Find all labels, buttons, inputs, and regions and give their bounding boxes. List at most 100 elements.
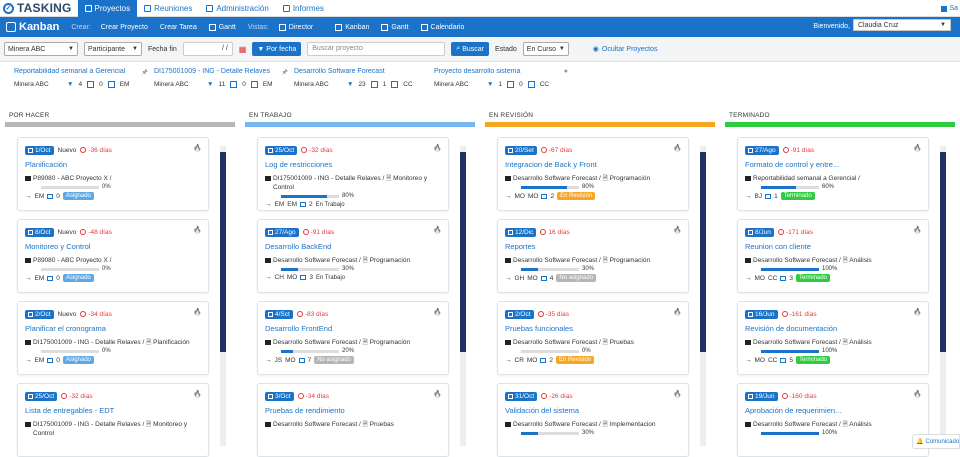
role-select[interactable]: Participante ▼ <box>84 42 142 56</box>
vistas-link-3[interactable]: Calendario <box>415 23 471 31</box>
user-select[interactable]: Claudia Cruz ▼ <box>853 19 951 31</box>
card-title[interactable]: Log de restricciones <box>265 160 441 169</box>
edit-icon[interactable] <box>391 81 399 88</box>
card-title[interactable]: Planificar el cronograma <box>25 324 201 333</box>
fire-icon[interactable]: 🔥 <box>913 226 922 234</box>
card-title[interactable]: Reportes <box>505 242 681 251</box>
chat-button[interactable]: 🔔 Comunicado <box>912 434 960 449</box>
card-title[interactable]: Pruebas funcionales <box>505 324 681 333</box>
task-card[interactable]: 2/Oct Nuevo -34 días 🔥 Planificar el cronogr… <box>17 301 209 375</box>
task-card[interactable]: 25/Oct -32 días 🔥 Lista de entregables - ED… <box>17 383 209 457</box>
favorite-title[interactable]: Desarrollo Software Forecast <box>294 68 426 75</box>
task-card[interactable]: 8/Jun -171 días 🔥 Reunion con cliente Desarr… <box>737 219 929 293</box>
pin-icon[interactable]: ● <box>564 68 568 75</box>
crear-link-0[interactable]: Crear Proyecto <box>95 24 154 31</box>
fire-icon[interactable]: 🔥 <box>193 308 202 316</box>
edit-icon[interactable] <box>250 81 258 88</box>
calendar-icon[interactable]: ▦ <box>239 45 247 54</box>
favorite-project[interactable]: Desarrollo Software Forecast Minera ABC ▼ 2… <box>294 68 426 88</box>
favorite-project[interactable]: Reportabilidad semanal a Gerencial 🖈 Miner… <box>14 68 148 88</box>
task-card[interactable]: 12/Dic 16 días 🔥 Reportes Desarrollo Softwar… <box>497 219 689 293</box>
comment-icon[interactable] <box>47 357 54 363</box>
favorite-project[interactable]: Proyecto desarrollo sistema ● Minera ABC ▼ 1… <box>434 68 568 88</box>
card-title[interactable]: Lista de entregables - EDT <box>25 406 201 415</box>
comment-icon[interactable] <box>780 357 787 363</box>
date-input[interactable]: / / <box>182 42 233 56</box>
card-title[interactable]: Integracion de Back y Front <box>505 160 681 169</box>
vistas-link-2[interactable]: Gantt <box>375 23 414 31</box>
task-card[interactable]: 16/Jun -161 días 🔥 Revisión de documentació… <box>737 301 929 375</box>
fire-icon[interactable]: 🔥 <box>433 390 442 398</box>
comment-icon[interactable] <box>300 202 306 207</box>
task-card[interactable]: 27/Ago -91 días 🔥 Desarrollo BackEnd Desarro… <box>257 219 449 293</box>
fire-icon[interactable]: 🔥 <box>673 226 682 234</box>
comment-icon[interactable] <box>540 357 547 363</box>
task-card[interactable]: 2/Oct -35 días 🔥 Pruebas funcionales Desarro… <box>497 301 689 375</box>
task-card[interactable]: 27/Ago -91 días 🔥 Formato de control y entr… <box>737 137 929 211</box>
vistas-link-1[interactable]: Kanban <box>329 23 375 31</box>
fire-icon[interactable]: 🔥 <box>433 144 442 152</box>
card-title[interactable]: Pruebas de rendimiento <box>265 406 441 415</box>
comment-icon[interactable] <box>47 193 54 199</box>
por-fecha-button[interactable]: ▼ Por fecha <box>252 42 302 56</box>
favorite-title[interactable]: Reportabilidad semanal a Gerencial <box>14 68 146 75</box>
pin-icon[interactable]: 🖈 <box>142 68 148 79</box>
card-title[interactable]: Planificación <box>25 160 201 169</box>
scrollbar[interactable] <box>700 146 706 446</box>
crear-link-2[interactable]: Gantt <box>203 23 242 31</box>
fire-icon[interactable]: 🔥 <box>433 308 442 316</box>
crear-link-1[interactable]: Crear Tarea <box>154 24 203 31</box>
comment-icon[interactable] <box>541 193 548 199</box>
task-card[interactable]: 4/Sct -83 días 🔥 Desarrollo FrontEnd Desarro… <box>257 301 449 375</box>
fire-icon[interactable]: 🔥 <box>913 390 922 398</box>
task-card[interactable]: 25/Oct -32 días 🔥 Log de restricciones DI175… <box>257 137 449 211</box>
card-title[interactable]: Revisión de documentación <box>745 324 921 333</box>
card-title[interactable]: Formato de control y entre... <box>745 160 921 169</box>
comment-icon[interactable] <box>540 275 547 281</box>
search-input[interactable]: Buscar proyecto <box>307 42 446 56</box>
scrollbar-thumb[interactable] <box>940 152 946 352</box>
card-title[interactable]: Aprobación de requerimien... <box>745 406 921 415</box>
edit-icon[interactable] <box>107 81 115 88</box>
comment-icon[interactable] <box>47 275 54 281</box>
comment-icon[interactable] <box>780 275 787 281</box>
task-card[interactable]: 8/Oct Nuevo -48 días 🔥 Monitoreo y Control P8… <box>17 219 209 293</box>
tab-1[interactable]: Reuniones <box>137 0 199 17</box>
task-card[interactable]: 3/Oct -34 días 🔥 Pruebas de rendimiento Desa… <box>257 383 449 457</box>
fire-icon[interactable]: 🔥 <box>433 226 442 234</box>
card-title[interactable]: Desarrollo FrontEnd <box>265 324 441 333</box>
comment-icon[interactable] <box>298 357 305 363</box>
scrollbar-thumb[interactable] <box>220 152 226 352</box>
ocultar-proyectos-link[interactable]: ◉ Ocultar Proyectos <box>593 45 658 54</box>
top-right-user[interactable]: Sa <box>941 0 960 17</box>
tab-3[interactable]: Informes <box>276 0 331 17</box>
task-card[interactable]: 31/Oct -26 días 🔥 Validación del sistema Des… <box>497 383 689 457</box>
scrollbar[interactable] <box>940 146 946 446</box>
fire-icon[interactable]: 🔥 <box>673 308 682 316</box>
fire-icon[interactable]: 🔥 <box>673 144 682 152</box>
comment-icon[interactable] <box>765 193 772 199</box>
fire-icon[interactable]: 🔥 <box>673 390 682 398</box>
task-card[interactable]: 20/Set -67 días 🔥 Integracion de Back y Fro… <box>497 137 689 211</box>
buscar-button[interactable]: ⌕ Buscar <box>451 42 489 56</box>
fire-icon[interactable]: 🔥 <box>913 144 922 152</box>
tab-2[interactable]: Administración <box>199 0 275 17</box>
card-title[interactable]: Reunion con cliente <box>745 242 921 251</box>
scrollbar[interactable] <box>220 146 226 446</box>
comment-icon[interactable] <box>300 275 307 280</box>
scrollbar-thumb[interactable] <box>460 152 466 352</box>
pin-icon[interactable]: 🖈 <box>282 68 288 79</box>
fire-icon[interactable]: 🔥 <box>193 226 202 234</box>
tab-0[interactable]: Proyectos <box>77 0 138 17</box>
card-title[interactable]: Validación del sistema <box>505 406 681 415</box>
scrollbar-thumb[interactable] <box>700 152 706 352</box>
fire-icon[interactable]: 🔥 <box>193 390 202 398</box>
vistas-link-0[interactable]: Director <box>273 23 320 31</box>
favorite-title[interactable]: Proyecto desarrollo sistema <box>434 68 566 75</box>
estado-select[interactable]: En Curso ▼ <box>522 42 569 56</box>
favorite-project[interactable]: DI175001009 - ING - Detalle Relaves 🖈 Mine… <box>154 68 288 88</box>
task-card[interactable]: 19/Jun -160 días 🔥 Aprobación de requerimie… <box>737 383 929 457</box>
favorite-title[interactable]: DI175001009 - ING - Detalle Relaves <box>154 68 286 75</box>
fire-icon[interactable]: 🔥 <box>193 144 202 152</box>
card-title[interactable]: Monitoreo y Control <box>25 242 201 251</box>
